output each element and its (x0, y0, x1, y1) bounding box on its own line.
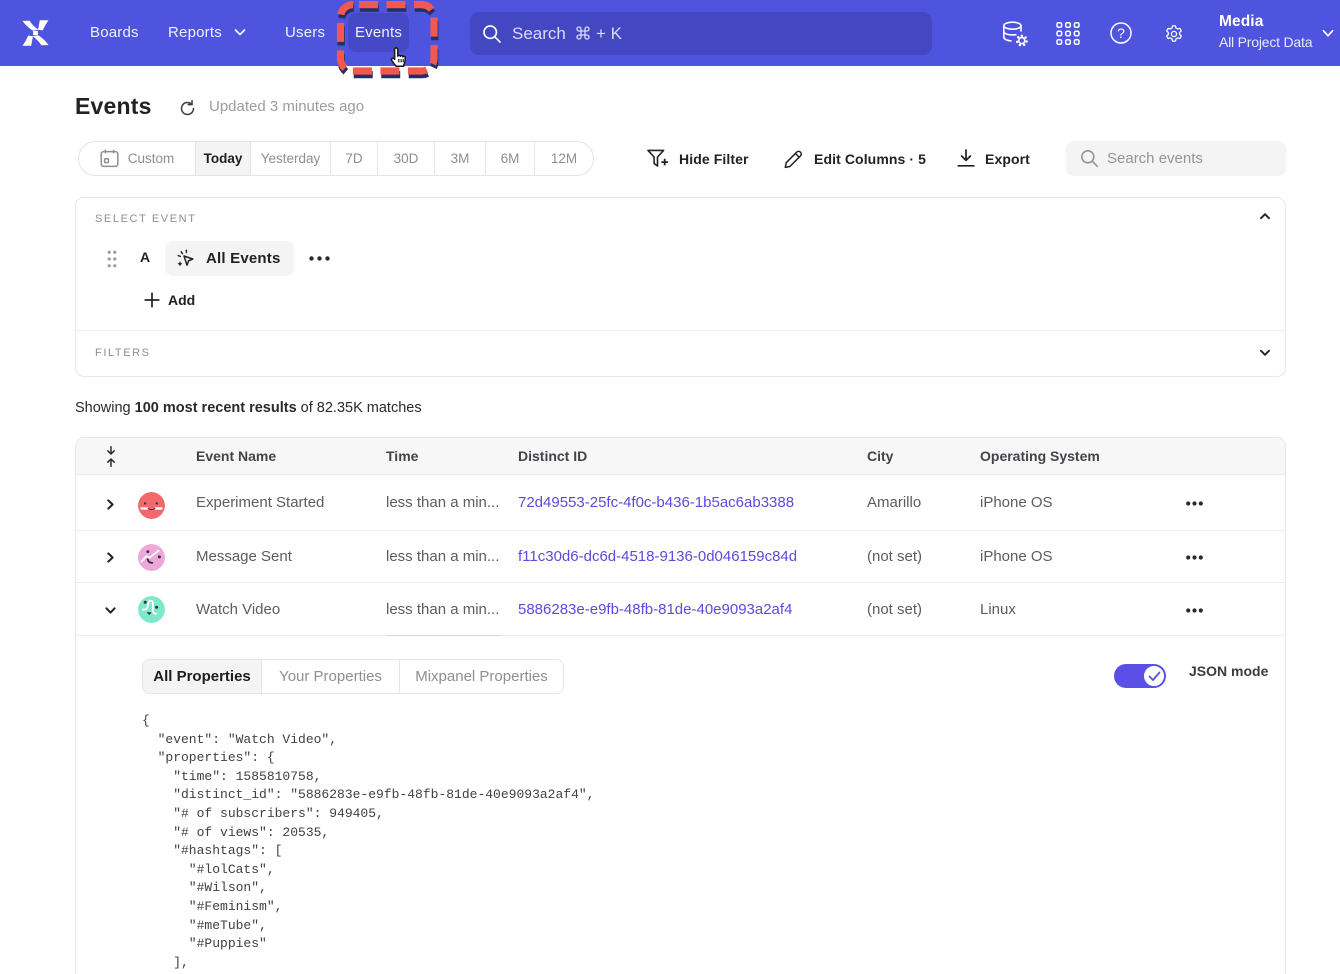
svg-text:?: ? (1117, 25, 1125, 41)
